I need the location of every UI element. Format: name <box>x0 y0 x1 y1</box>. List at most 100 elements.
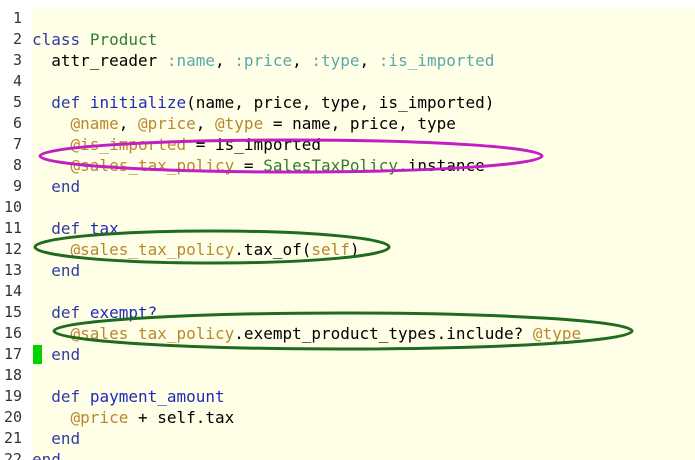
code-token: , <box>215 51 235 70</box>
code-text[interactable]: def initialize(name, price, type, is_imp… <box>32 92 494 113</box>
code-token: end <box>51 429 81 448</box>
code-line-1[interactable]: 1 <box>0 8 695 29</box>
code-token: @sales_tax_policy <box>70 324 235 343</box>
code-text[interactable]: @is_imported = is_imported <box>32 134 321 155</box>
code-token: end <box>51 261 81 280</box>
code-text[interactable]: class Product <box>32 29 157 50</box>
code-token: payment_amount <box>89 387 225 406</box>
code-token: = name, price, type <box>263 114 456 133</box>
code-line-22[interactable]: 22 end <box>0 449 695 460</box>
code-token: @type <box>532 324 582 343</box>
line-number: 20 <box>3 408 22 426</box>
code-text[interactable]: @price + self.tax <box>32 407 235 428</box>
code-token: (name, price, type, is_imported) <box>186 93 495 112</box>
code-text[interactable]: end <box>32 428 80 449</box>
line-number: 12 <box>3 240 22 258</box>
code-token: def <box>51 303 81 322</box>
code-line-20[interactable]: 20 @price + self.tax <box>0 407 695 428</box>
code-token: @price <box>137 114 196 133</box>
line-number: 15 <box>3 303 22 321</box>
code-line-13[interactable]: 13 end <box>0 260 695 281</box>
line-number: 9 <box>12 177 22 195</box>
code-token: :is_imported <box>378 51 495 70</box>
line-number: 17 <box>3 345 22 363</box>
code-token: @name <box>70 114 119 133</box>
code-token: @is_imported <box>70 135 187 154</box>
code-token: class <box>32 30 81 49</box>
code-token: .instance <box>398 156 485 175</box>
code-line-2[interactable]: 2 class Product <box>0 29 695 50</box>
code-text[interactable]: attr_reader :name, :price, :type, :is_im… <box>32 50 494 71</box>
code-line-12[interactable]: 12 @sales_tax_policy.tax_of(self) <box>0 239 695 260</box>
code-token: :name <box>166 51 216 70</box>
code-line-9[interactable]: 9 end <box>0 176 695 197</box>
code-text[interactable]: end <box>32 260 80 281</box>
code-line-7[interactable]: 7 @is_imported = is_imported <box>0 134 695 155</box>
code-line-6[interactable]: 6 @name, @price, @type = name, price, ty… <box>0 113 695 134</box>
line-number: 18 <box>3 366 22 384</box>
code-token: + <box>128 408 158 427</box>
line-number: 10 <box>3 198 22 216</box>
code-line-15[interactable]: 15 def exempt? <box>0 302 695 323</box>
code-editor[interactable]: 1 2 class Product 3 attr_reader :name, :pri… <box>0 0 695 460</box>
code-text[interactable]: @sales_tax_policy = SalesTaxPolicy.insta… <box>32 155 485 176</box>
code-token: def <box>51 93 81 112</box>
line-number: 21 <box>3 429 22 447</box>
code-text[interactable]: end <box>32 176 80 197</box>
code-token: tax <box>89 219 119 238</box>
code-token: def <box>51 219 81 238</box>
code-line-14[interactable]: 14 <box>0 281 695 302</box>
code-line-17[interactable]: 17 end <box>0 344 695 365</box>
line-number: 13 <box>3 261 22 279</box>
line-number: 16 <box>3 324 22 342</box>
line-number: 22 <box>3 450 22 460</box>
code-token: @sales_tax_policy <box>70 240 235 259</box>
code-line-21[interactable]: 21 end <box>0 428 695 449</box>
line-number: 14 <box>3 282 22 300</box>
code-line-5[interactable]: 5 def initialize(name, price, type, is_i… <box>0 92 695 113</box>
code-text[interactable]: @sales_tax_policy.tax_of(self) <box>32 239 360 260</box>
line-number: 8 <box>12 156 22 174</box>
code-token: = <box>234 156 264 175</box>
code-text[interactable]: end <box>32 449 61 460</box>
code-line-8[interactable]: 8 @sales_tax_policy = SalesTaxPolicy.ins… <box>0 155 695 176</box>
code-token: SalesTaxPolicy <box>263 156 399 175</box>
code-line-4[interactable]: 4 <box>0 71 695 92</box>
line-number: 1 <box>12 9 22 27</box>
code-token: .exempt_product_types.include? <box>234 324 533 343</box>
code-line-3[interactable]: 3 attr_reader :name, :price, :type, :is_… <box>0 50 695 71</box>
code-line-16[interactable]: 16 @sales_tax_policy.exempt_product_type… <box>0 323 695 344</box>
code-line-10[interactable]: 10 <box>0 197 695 218</box>
code-token: end <box>51 177 81 196</box>
code-text[interactable]: @name, @price, @type = name, price, type <box>32 113 456 134</box>
line-number: 5 <box>12 93 22 111</box>
code-token: = is_imported <box>186 135 321 154</box>
code-text[interactable]: @sales_tax_policy.exempt_product_types.i… <box>32 323 582 344</box>
code-token: initialize <box>89 93 187 112</box>
code-text[interactable]: def exempt? <box>32 302 157 323</box>
code-token: self <box>311 240 350 259</box>
code-line-19[interactable]: 19 def payment_amount <box>0 386 695 407</box>
code-token: attr_reader <box>32 51 167 70</box>
code-text[interactable]: def tax <box>32 218 119 239</box>
code-text[interactable]: def payment_amount <box>32 386 225 407</box>
code-token: .tax <box>195 408 235 427</box>
code-line-18[interactable]: 18 <box>0 365 695 386</box>
code-token: self <box>157 408 196 427</box>
code-token: , <box>118 114 138 133</box>
code-line-11[interactable]: 11 def tax <box>0 218 695 239</box>
